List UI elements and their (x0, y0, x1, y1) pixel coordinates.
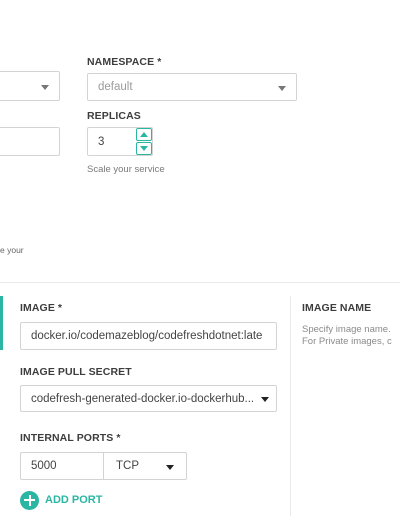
decrement-button[interactable] (136, 142, 152, 155)
cluster-select[interactable] (0, 71, 60, 101)
image-value: docker.io/codemazeblog/codefreshdotnet:l… (31, 330, 263, 342)
replicas-label: REPLICAS (87, 110, 141, 122)
replicas-stepper[interactable]: 3 (87, 127, 153, 156)
protocol-value: TCP (116, 460, 139, 472)
port-input[interactable]: 5000 (20, 452, 104, 480)
namespace-select[interactable]: default (87, 73, 297, 101)
chevron-up-icon (140, 132, 148, 137)
add-port-button[interactable]: ADD PORT (20, 490, 102, 510)
column-divider (290, 296, 291, 516)
help-title: IMAGE NAME (302, 302, 372, 314)
service-name-input[interactable] (0, 127, 60, 156)
chevron-down-icon (166, 465, 174, 470)
chevron-down-icon (140, 146, 148, 151)
add-port-label: ADD PORT (45, 494, 103, 506)
pull-secret-select[interactable]: codefresh-generated-docker.io-dockerhub.… (20, 385, 277, 412)
section-divider (0, 282, 400, 283)
chevron-down-icon (278, 86, 286, 91)
help-line-2: For Private images, c (302, 336, 392, 347)
help-text: Specify image name. For Private images, … (302, 324, 392, 348)
protocol-select[interactable]: TCP (103, 452, 187, 480)
replicas-value: 3 (98, 135, 105, 148)
chevron-down-icon (41, 85, 49, 90)
help-line-1: Specify image name. (302, 324, 391, 335)
chevron-down-icon (261, 397, 269, 402)
namespace-value: default (98, 81, 133, 93)
internal-ports-label: INTERNAL PORTS * (20, 432, 121, 444)
cut-off-text: e your (0, 245, 24, 255)
port-value: 5000 (31, 460, 57, 472)
image-input[interactable]: docker.io/codemazeblog/codefreshdotnet:l… (20, 322, 277, 350)
pull-secret-value: codefresh-generated-docker.io-dockerhub.… (31, 392, 253, 405)
pull-secret-label: IMAGE PULL SECRET (20, 366, 132, 378)
active-section-indicator (0, 296, 3, 350)
replicas-hint: Scale your service (87, 164, 165, 175)
increment-button[interactable] (136, 128, 152, 141)
plus-circle-icon (20, 490, 39, 510)
namespace-label: NAMESPACE * (87, 56, 162, 68)
image-label: IMAGE * (20, 302, 63, 314)
